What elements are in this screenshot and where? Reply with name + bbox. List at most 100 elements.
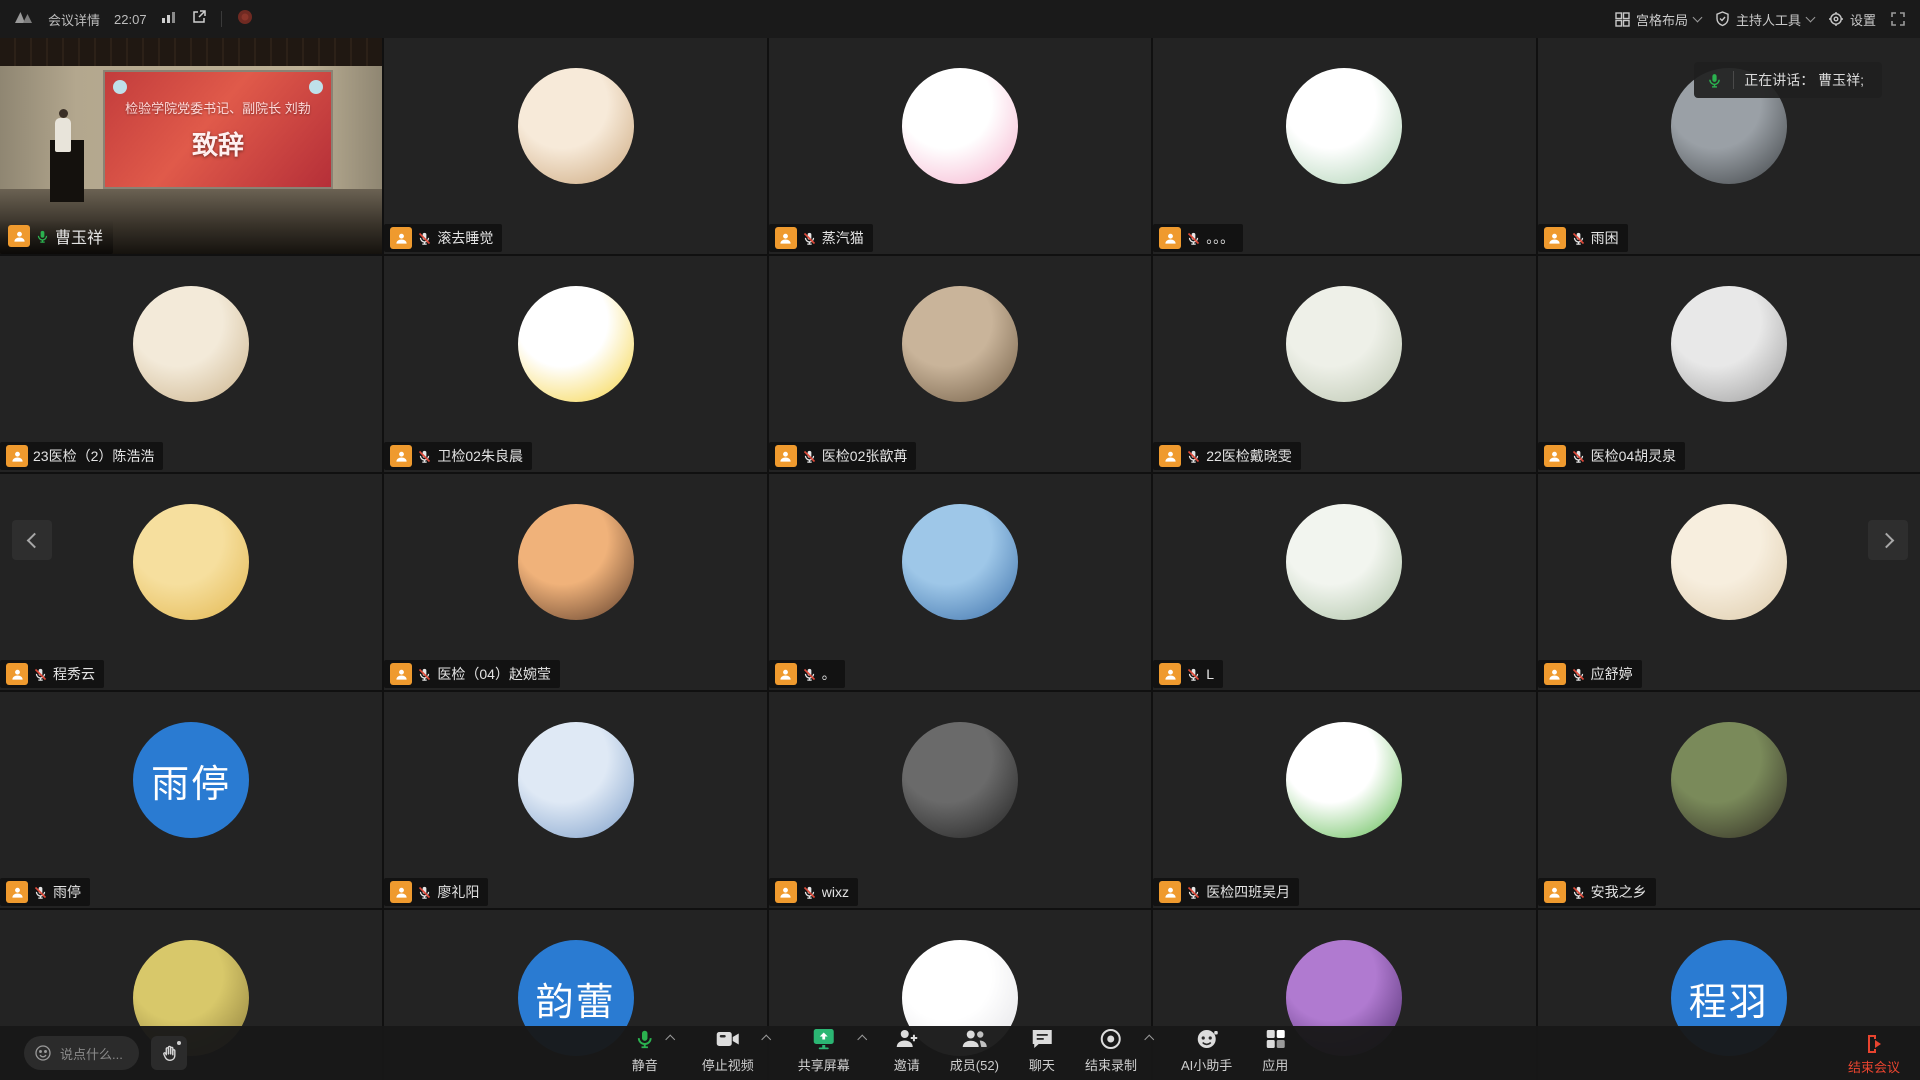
- mic-status-icon: [35, 229, 50, 244]
- participant-name: 。: [822, 664, 836, 684]
- participant-name-pill: wixz: [769, 878, 858, 906]
- participant-tile[interactable]: 22医检戴晓雯: [1153, 256, 1535, 472]
- mic-status-icon: [417, 667, 432, 682]
- settings-label: 设置: [1850, 10, 1876, 29]
- apps-button[interactable]: 应用: [1262, 1026, 1288, 1078]
- raise-hand-button[interactable]: [151, 1036, 187, 1070]
- participant-name: 应舒婷: [1591, 664, 1633, 684]
- end-meeting-icon: [1863, 1033, 1885, 1055]
- stop-video-label: 停止视频: [702, 1055, 754, 1074]
- participant-name: 卫检02朱良晨: [437, 446, 523, 466]
- avatar: [902, 286, 1018, 402]
- participant-tile[interactable]: 。。。: [1153, 38, 1535, 254]
- invite-button[interactable]: 邀请: [894, 1026, 920, 1078]
- participant-tile[interactable]: 医检02张歆苒: [769, 256, 1151, 472]
- avatar-initials: 程羽: [1689, 971, 1769, 1026]
- host-badge-icon: [390, 445, 412, 467]
- participant-name-pill: 卫检02朱良晨: [384, 442, 532, 470]
- apps-label: 应用: [1262, 1055, 1288, 1074]
- host-badge-icon: [390, 663, 412, 685]
- participant-tile[interactable]: 医检04胡灵泉: [1538, 256, 1920, 472]
- chevron-up-icon[interactable]: [665, 1035, 675, 1045]
- avatar: [1286, 286, 1402, 402]
- participant-tile[interactable]: 23医检（2）陈浩浩: [0, 256, 382, 472]
- participant-tile[interactable]: 医检四班吴月: [1153, 692, 1535, 908]
- speaking-banner-text: 正在讲话： 曹玉祥;: [1744, 70, 1864, 90]
- mic-status-icon: [417, 231, 432, 246]
- recording-indicator-icon[interactable]: [236, 8, 254, 31]
- mic-status-icon: [802, 667, 817, 682]
- chevron-up-icon[interactable]: [1145, 1035, 1155, 1045]
- host-badge-icon: [775, 227, 797, 249]
- participant-name: 医检04胡灵泉: [1591, 446, 1677, 466]
- avatar: [1286, 504, 1402, 620]
- host-tools-menu[interactable]: 主持人工具: [1715, 10, 1814, 29]
- network-signal-icon[interactable]: [161, 10, 177, 29]
- hand-icon: [159, 1043, 179, 1063]
- avatar: [1671, 286, 1787, 402]
- meeting-details-link[interactable]: 会议详情: [48, 10, 100, 29]
- stop-video-button[interactable]: 停止视频: [702, 1026, 754, 1078]
- prev-page-button[interactable]: [12, 520, 52, 560]
- settings-button[interactable]: 设置: [1828, 10, 1876, 29]
- mic-status-icon: [1186, 667, 1201, 682]
- members-icon: [961, 1028, 987, 1050]
- invite-label: 邀请: [894, 1055, 920, 1074]
- stop-recording-button[interactable]: 结束录制: [1085, 1026, 1137, 1078]
- camera-icon: [716, 1030, 740, 1048]
- end-meeting-button[interactable]: 结束会议: [1848, 1033, 1900, 1076]
- participant-name-pill: 医检02张歆苒: [769, 442, 917, 470]
- participant-tile[interactable]: 检验学院党委书记、副院长 刘勃 致辞 曹玉祥: [0, 38, 382, 254]
- participant-tile[interactable]: 卫检02朱良晨: [384, 256, 766, 472]
- participant-tile[interactable]: L: [1153, 474, 1535, 690]
- participant-tile[interactable]: 雨停 雨停: [0, 692, 382, 908]
- participant-name-pill: 廖礼阳: [384, 878, 488, 906]
- next-page-button[interactable]: [1868, 520, 1908, 560]
- participant-name-pill: 医检04胡灵泉: [1538, 442, 1686, 470]
- avatar: [133, 286, 249, 402]
- participant-tile[interactable]: 程秀云: [0, 474, 382, 690]
- fullscreen-button[interactable]: [1890, 11, 1906, 27]
- host-badge-icon: [775, 445, 797, 467]
- mic-status-icon: [802, 885, 817, 900]
- participant-name-pill: 医检（04）赵婉莹: [384, 660, 560, 688]
- participant-tile[interactable]: 。: [769, 474, 1151, 690]
- chat-button[interactable]: 聊天: [1029, 1026, 1055, 1078]
- participant-tile[interactable]: 安我之乡: [1538, 692, 1920, 908]
- chat-quick-input[interactable]: 说点什么...: [24, 1036, 139, 1070]
- chevron-up-icon[interactable]: [857, 1035, 867, 1045]
- chevron-left-icon: [26, 532, 42, 548]
- participant-tile[interactable]: 蒸汽猫: [769, 38, 1151, 254]
- header-divider: [221, 11, 222, 27]
- avatar: [518, 722, 634, 838]
- avatar: [1286, 68, 1402, 184]
- ai-assistant-label: AI小助手: [1181, 1055, 1232, 1074]
- participant-tile[interactable]: 滚去睡觉: [384, 38, 766, 254]
- mic-status-icon: [417, 885, 432, 900]
- host-badge-icon: [6, 881, 28, 903]
- participant-name-pill: 。: [769, 660, 845, 688]
- share-window-icon[interactable]: [191, 9, 207, 30]
- members-button[interactable]: 成员(52): [950, 1026, 999, 1078]
- avatar: [902, 68, 1018, 184]
- participant-tile[interactable]: wixz: [769, 692, 1151, 908]
- share-screen-icon: [812, 1028, 836, 1050]
- avatar: [902, 722, 1018, 838]
- ai-assistant-button[interactable]: AI小助手: [1181, 1026, 1232, 1078]
- host-badge-icon: [1544, 227, 1566, 249]
- participant-name-pill: 雨停: [0, 878, 90, 906]
- participant-tile[interactable]: 应舒婷: [1538, 474, 1920, 690]
- host-tools-label: 主持人工具: [1736, 10, 1801, 29]
- stage-led-screen: 检验学院党委书记、副院长 刘勃 致辞: [103, 70, 332, 189]
- mic-status-icon: [1186, 449, 1201, 464]
- app-logo-icon: [14, 8, 34, 31]
- mute-button[interactable]: 静音: [632, 1026, 658, 1078]
- share-screen-button[interactable]: 共享屏幕: [798, 1026, 850, 1078]
- chevron-up-icon[interactable]: [761, 1035, 771, 1045]
- participant-tile[interactable]: 廖礼阳: [384, 692, 766, 908]
- participant-tile[interactable]: 医检（04）赵婉莹: [384, 474, 766, 690]
- participant-name: 滚去睡觉: [437, 228, 493, 248]
- meeting-timer: 22:07: [114, 12, 147, 27]
- layout-switcher[interactable]: 宫格布局: [1615, 10, 1701, 29]
- participant-name-pill: 。。。: [1153, 224, 1243, 252]
